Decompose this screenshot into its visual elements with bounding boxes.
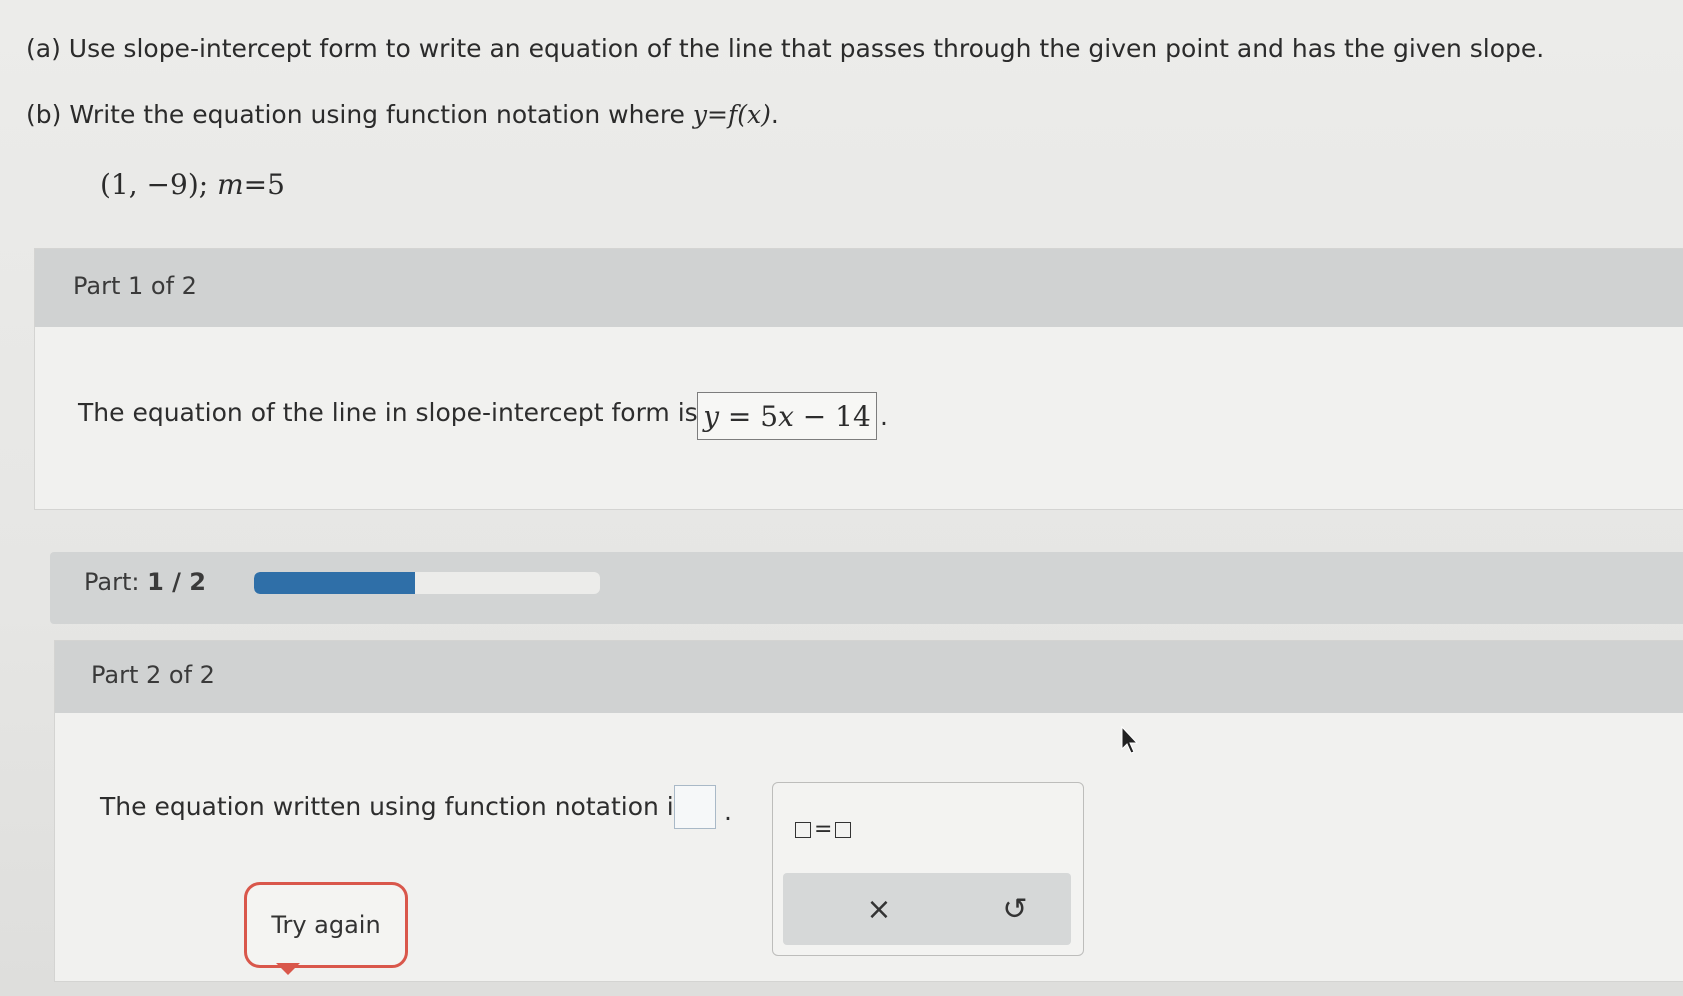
part1-header: Part 1 of 2 (35, 249, 1683, 327)
equation-template-button[interactable]: = (795, 817, 852, 842)
undo-button[interactable]: ↺ (993, 887, 1037, 931)
answer-end: − 14 (793, 400, 871, 433)
part1-statement: The equation of the line in slope-interc… (78, 398, 698, 427)
answer-rest: = 5 (719, 400, 779, 433)
left-box-icon (795, 821, 811, 838)
question-part-b-suffix: . (770, 100, 779, 129)
try-again-tail (276, 963, 300, 975)
given-slope-value: =5 (243, 168, 285, 201)
part1-header-label: Part 1 of 2 (73, 272, 197, 300)
part1-period: . (880, 402, 888, 431)
part2-answer-input[interactable] (674, 785, 716, 829)
question-part-b: (b) Write the equation using function no… (26, 100, 779, 129)
part2-header: Part 2 of 2 (55, 641, 1683, 713)
clear-button[interactable]: × (857, 887, 901, 931)
given-slope-var: m (217, 168, 244, 201)
part2-header-label: Part 2 of 2 (91, 661, 215, 689)
close-icon: × (866, 891, 892, 927)
given-point-slope: (1, −9); m=5 (100, 168, 285, 201)
math-equals: = (707, 100, 728, 129)
progress-label-text: Part: (84, 568, 140, 596)
part2-period: . (724, 797, 732, 826)
part2-statement: The equation written using function nota… (100, 792, 687, 821)
answer-x: x (778, 400, 794, 433)
question-part-b-prefix: (b) Write the equation using function no… (26, 100, 693, 129)
question-part-a: (a) Use slope-intercept form to write an… (26, 34, 1545, 63)
math-y: y (692, 100, 707, 129)
math-f: f (727, 100, 738, 129)
progress-label: Part: 1 / 2 (84, 568, 206, 596)
part1-panel: Part 1 of 2 (34, 248, 1683, 510)
given-point: (1, −9); (100, 168, 209, 201)
undo-icon: ↺ (1002, 891, 1028, 927)
part1-answer-box: y = 5x − 14 (697, 392, 877, 440)
math-keypad: = × ↺ (772, 782, 1084, 956)
equals-sign: = (814, 817, 833, 842)
progress-fill (254, 572, 415, 594)
math-x: (x) (737, 100, 771, 129)
try-again-button[interactable]: Try again (244, 882, 408, 968)
right-box-icon (835, 821, 852, 838)
function-notation-math: y=f(x) (693, 100, 771, 129)
answer-y: y (703, 400, 720, 433)
progress-value: 1 / 2 (147, 568, 206, 596)
progress-track (254, 572, 600, 594)
keypad-action-bar: × ↺ (783, 873, 1071, 945)
mouse-cursor-icon (1121, 725, 1139, 754)
